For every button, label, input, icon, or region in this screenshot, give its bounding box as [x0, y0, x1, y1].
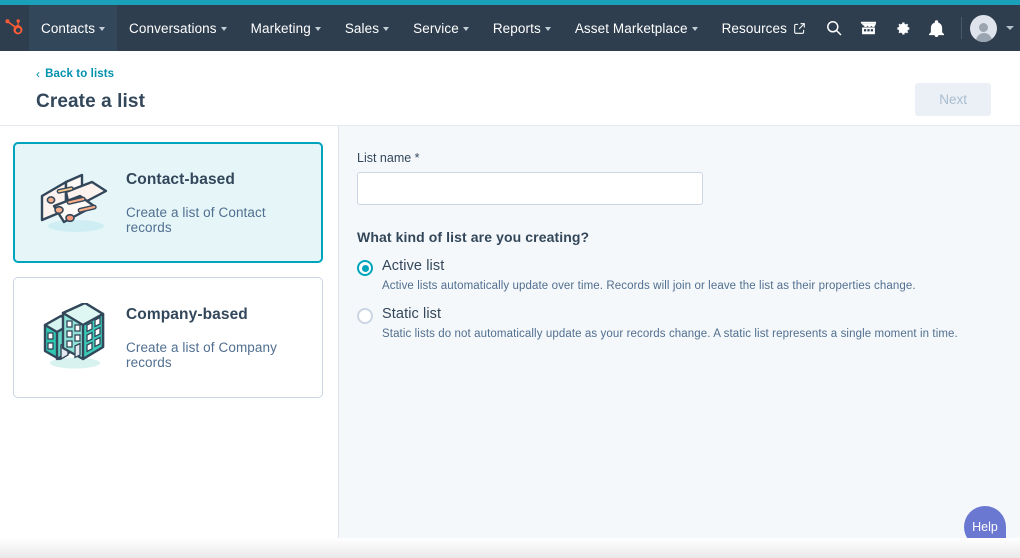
- nav-item-marketing[interactable]: Marketing: [239, 5, 333, 51]
- page-title: Create a list: [36, 91, 992, 113]
- next-button[interactable]: Next: [915, 83, 991, 116]
- back-to-lists-link[interactable]: ‹ Back to lists: [36, 68, 114, 80]
- nav-item-asset-marketplace[interactable]: Asset Marketplace: [563, 5, 710, 51]
- list-kind-question: What kind of list are you creating?: [357, 229, 1020, 245]
- radio-dot: [362, 265, 369, 272]
- list-type-card-company-based[interactable]: Company-based Create a list of Company r…: [13, 277, 323, 398]
- nav-menu: Contacts Conversations Marketing Sales S…: [29, 5, 817, 51]
- nav-item-sales[interactable]: Sales: [333, 5, 401, 51]
- list-name-input[interactable]: [357, 172, 703, 205]
- nav-item-reports[interactable]: Reports: [481, 5, 563, 51]
- radio-active-list-label: Active list: [382, 258, 444, 274]
- chevron-left-icon: ‹: [36, 68, 40, 80]
- nav-item-contacts[interactable]: Contacts: [29, 5, 117, 51]
- account-chevron-down-icon[interactable]: [1006, 26, 1014, 30]
- back-to-lists-label: Back to lists: [45, 68, 114, 80]
- marketplace-icon[interactable]: [851, 5, 885, 51]
- list-kind-option-active[interactable]: Active list Active lists automatically u…: [357, 258, 1020, 292]
- radio-active-list[interactable]: [357, 260, 373, 276]
- card-text: Contact-based Create a list of Contact r…: [120, 171, 306, 235]
- nav-item-marketing-label: Marketing: [251, 21, 311, 36]
- app-window: Contacts Conversations Marketing Sales S…: [0, 0, 1020, 558]
- chevron-down-icon: [315, 27, 321, 31]
- nav-item-asset-marketplace-label: Asset Marketplace: [575, 21, 688, 36]
- hubspot-logo-button[interactable]: [0, 5, 29, 51]
- list-type-title: Contact-based: [126, 171, 306, 189]
- page-header: ‹ Back to lists Create a list Next: [0, 51, 1020, 126]
- avatar-body: [976, 33, 992, 42]
- list-kind-option-static[interactable]: Static list Static lists do not automati…: [357, 306, 1020, 340]
- list-type-title: Company-based: [126, 306, 306, 324]
- nav-item-service[interactable]: Service: [401, 5, 481, 51]
- radio-active-list-help: Active lists automatically update over t…: [382, 280, 1020, 292]
- avatar[interactable]: [970, 15, 997, 42]
- nav-item-contacts-label: Contacts: [41, 21, 95, 36]
- chevron-down-icon: [99, 27, 105, 31]
- chevron-down-icon: [383, 27, 389, 31]
- card-text: Company-based Create a list of Company r…: [120, 306, 306, 370]
- list-type-description: Create a list of Company records: [126, 340, 306, 370]
- list-type-panel: Contact-based Create a list of Contact r…: [0, 126, 339, 538]
- chevron-down-icon: [545, 27, 551, 31]
- nav-right-actions: [817, 5, 1020, 51]
- radio-static-list[interactable]: [357, 308, 373, 324]
- nav-item-sales-label: Sales: [345, 21, 379, 36]
- nav-divider: [961, 17, 962, 39]
- radio-static-list-help: Static lists do not automatically update…: [382, 328, 1020, 340]
- nav-item-resources-label: Resources: [722, 21, 787, 36]
- settings-gear-icon[interactable]: [885, 5, 919, 51]
- chevron-down-icon: [692, 27, 698, 31]
- nav-item-conversations-label: Conversations: [129, 21, 217, 36]
- nav-item-service-label: Service: [413, 21, 459, 36]
- search-icon[interactable]: [817, 5, 851, 51]
- chevron-down-icon: [221, 27, 227, 31]
- radio-static-list-label: Static list: [382, 306, 441, 322]
- hubspot-sprocket-icon: [3, 17, 25, 39]
- nav-item-resources[interactable]: Resources: [710, 5, 817, 51]
- bottom-fade: [0, 538, 1020, 558]
- external-link-icon: [794, 23, 805, 34]
- chevron-down-icon: [463, 27, 469, 31]
- nav-item-conversations[interactable]: Conversations: [117, 5, 239, 51]
- list-type-card-contact-based[interactable]: Contact-based Create a list of Contact r…: [13, 142, 323, 263]
- contact-records-illustration-icon: [28, 170, 120, 236]
- list-settings-panel: List name * What kind of list are you cr…: [339, 126, 1020, 538]
- notifications-bell-icon[interactable]: [919, 5, 953, 51]
- list-type-description: Create a list of Contact records: [126, 205, 306, 235]
- list-name-label: List name *: [357, 151, 1020, 165]
- company-buildings-illustration-icon: [28, 303, 120, 373]
- main-content: Contact-based Create a list of Contact r…: [0, 126, 1020, 538]
- avatar-head: [979, 23, 988, 32]
- top-navigation-bar: Contacts Conversations Marketing Sales S…: [0, 5, 1020, 51]
- nav-item-reports-label: Reports: [493, 21, 541, 36]
